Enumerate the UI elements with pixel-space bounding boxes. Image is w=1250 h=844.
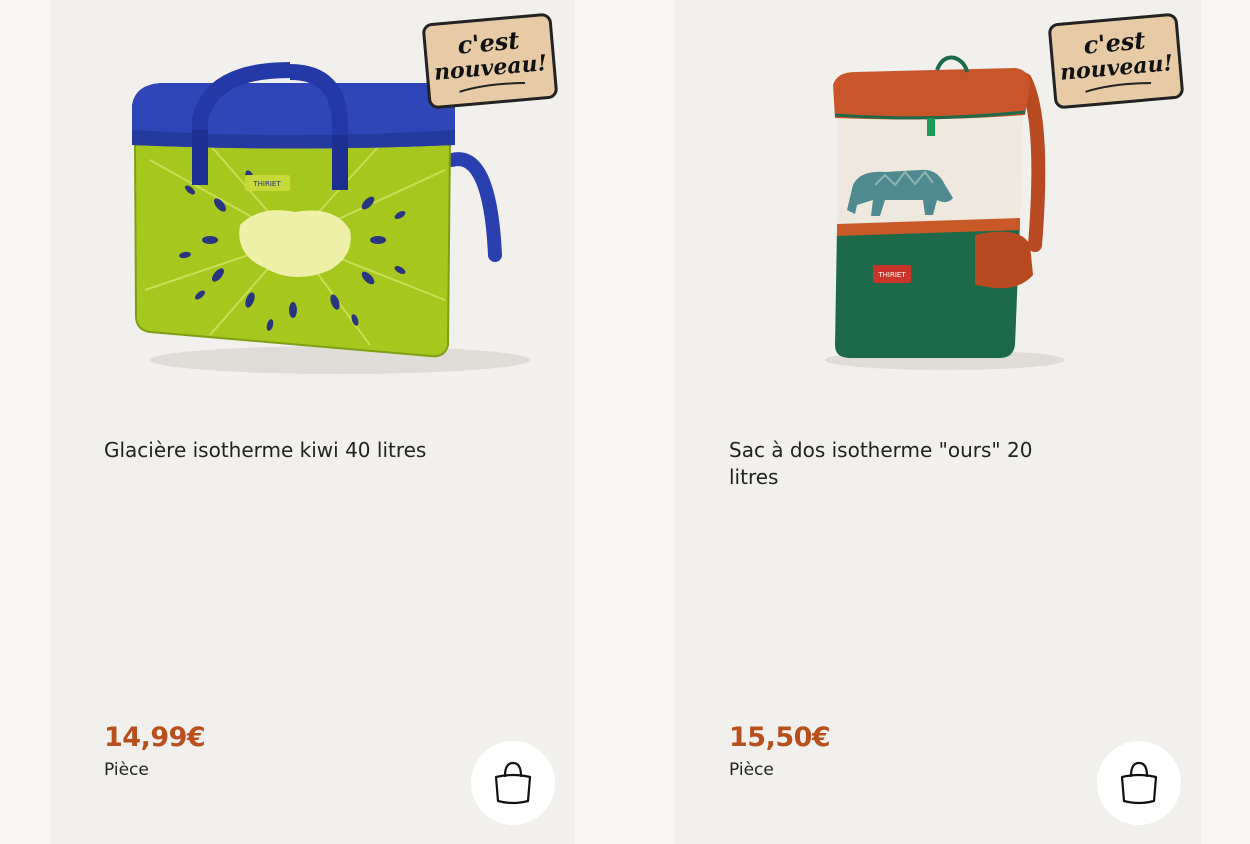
badge-text-line2: nouveau! xyxy=(1059,50,1175,86)
new-product-badge: c'est nouveau! xyxy=(1047,12,1185,110)
svg-text:THIRIET: THIRIET xyxy=(252,180,281,188)
product-unit: Pièce xyxy=(104,760,149,780)
new-product-badge: c'est nouveau! xyxy=(421,12,559,110)
product-title[interactable]: Sac à dos isotherme "ours" 20 litres xyxy=(729,437,1059,491)
product-price: 15,50€ xyxy=(729,722,831,753)
shopping-bag-icon xyxy=(1120,761,1158,805)
product-title[interactable]: Glacière isotherme kiwi 40 litres xyxy=(104,437,434,464)
product-card[interactable]: THIRIET c'est nouveau! Glacière isotherm… xyxy=(50,0,575,844)
add-to-cart-button[interactable] xyxy=(471,741,555,825)
svg-text:THIRIET: THIRIET xyxy=(877,271,906,279)
add-to-cart-button[interactable] xyxy=(1097,741,1181,825)
shopping-bag-icon xyxy=(494,761,532,805)
product-card[interactable]: THIRIET c'est nouveau! Sac à dos isother… xyxy=(675,0,1201,844)
product-price: 14,99€ xyxy=(104,722,206,753)
badge-text-line2: nouveau! xyxy=(433,50,549,86)
product-unit: Pièce xyxy=(729,760,774,780)
